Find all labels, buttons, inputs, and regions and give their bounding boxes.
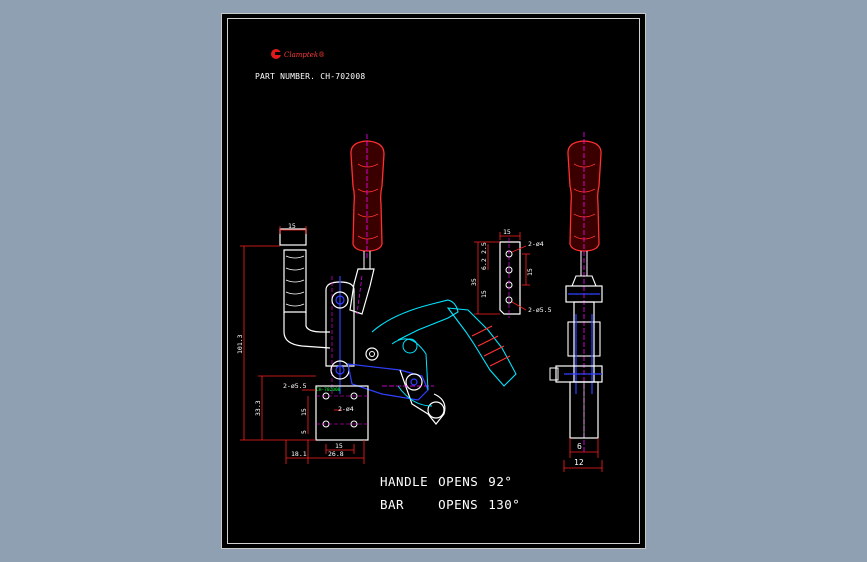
plate-dim-spacing-w: 15 — [526, 268, 534, 276]
side-dim-small: 6 — [577, 442, 582, 451]
body-stamp: CH-702008 — [316, 387, 341, 393]
dim-top-width: 15 — [288, 222, 296, 230]
handle-angle: 92° — [488, 474, 513, 489]
dim-hole-spacing-v: 15 — [300, 408, 308, 416]
plate-hole-callout-a: 2-ø4 — [528, 240, 544, 248]
front-dimensions — [240, 226, 365, 464]
plate-dim-width: 15 — [503, 228, 511, 236]
front-spindle — [279, 228, 331, 349]
bar-angle: 130° — [488, 497, 521, 512]
bar-label: BAR — [380, 497, 405, 512]
plate-detail-view: 15 2.5 6.2 35 15 15 2-ø4 2-ø5.5 — [470, 228, 552, 318]
front-dimension-text: 15 101.3 33.3 15 5 15 18.1 26.8 2-ø5.5 2… — [236, 222, 354, 458]
cad-drawing: CH-702008 15 101.3 33.3 15 5 15 18.1 26.… — [236, 132, 603, 472]
dim-hole-callout-a: 2-ø5.5 — [283, 382, 307, 390]
bar-opens-note: BAR OPENS 130° — [380, 497, 520, 512]
side-dim-large: 12 — [574, 458, 584, 467]
bar-opens-word: OPENS — [438, 497, 479, 512]
dim-base-width: 15 — [335, 442, 343, 450]
dim-base-height: 33.3 — [254, 400, 262, 416]
plate-dim-height: 35 — [470, 278, 478, 286]
plate-dim-a: 2.5 — [480, 242, 488, 254]
dim-offset-b: 26.8 — [328, 450, 344, 458]
front-handle-grip — [350, 134, 385, 269]
dim-hole-callout-b: 2-ø4 — [338, 405, 354, 413]
open-position-outline — [371, 299, 517, 407]
plate-hole-callout-b: 2-ø5.5 — [528, 306, 552, 314]
handle-label: HANDLE — [380, 474, 429, 489]
plate-dim-b: 6.2 — [480, 258, 488, 270]
handle-opens-word: OPENS — [438, 474, 479, 489]
plate-dim-spacing-v: 15 — [480, 290, 488, 298]
front-base-plate: CH-702008 — [315, 385, 369, 441]
front-view: CH-702008 15 101.3 33.3 15 5 15 18.1 26.… — [236, 134, 517, 464]
side-view: 6 12 — [549, 132, 603, 472]
handle-opens-note: HANDLE OPENS 92° — [380, 474, 512, 489]
dim-hole-offset-v: 5 — [300, 430, 308, 434]
dim-overall-height: 101.3 — [236, 334, 244, 354]
dim-offset-a: 18.1 — [291, 450, 307, 458]
drawing-sheet: Clamptek® PART NUMBER. CH-702008 CH-7020… — [221, 13, 646, 549]
